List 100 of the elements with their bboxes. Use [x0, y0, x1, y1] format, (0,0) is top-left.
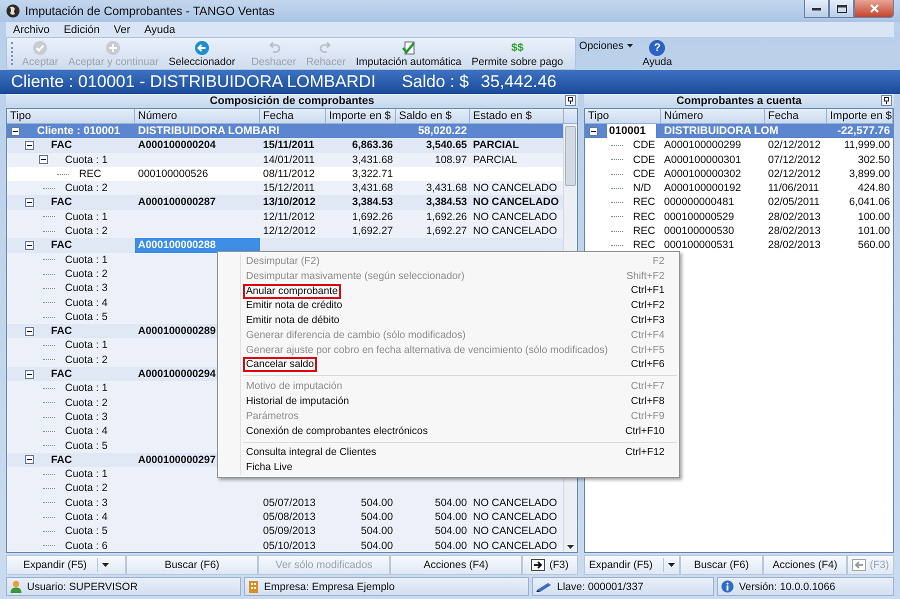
shortcut-text: Shift+F2: [625, 270, 665, 282]
table-cell: FAC: [51, 324, 72, 338]
table-cell-text: 28/02/2013: [767, 238, 822, 253]
table-cell: Cuota : 4: [65, 296, 108, 310]
table-cell-text: NO CANCELADO: [472, 524, 558, 539]
table-cell-text: 000000000481: [663, 195, 736, 210]
table-cell-text: 000100000531: [663, 238, 736, 253]
table-cell: FAC: [51, 367, 72, 382]
table-cell-text: 3,431.68: [351, 181, 394, 196]
table-cell-text: 560.00: [856, 238, 891, 253]
table-cell-text: NO CANCELADO: [472, 538, 558, 552]
table-cell: Cuota : 4: [65, 424, 108, 439]
table-cell: REC: [633, 210, 656, 224]
table-cell: Cuota : 1: [65, 152, 108, 167]
table-cell: Cuota : 1: [65, 210, 108, 224]
status-text: Usuario: SUPERVISOR: [27, 580, 138, 592]
table-cell-text: NO CANCELADO: [472, 496, 558, 510]
table-cell: Cuota : 5: [65, 438, 108, 453]
table-cell: FAC: [51, 195, 72, 210]
table-cell: FAC: [51, 452, 72, 468]
table-cell: REC: [633, 195, 656, 210]
table-cell: N/D: [633, 181, 652, 196]
table-cell: Cuota : 3: [65, 281, 108, 296]
table-cell: A000100000288: [138, 239, 216, 252]
table-cell-text: 3,384.53: [425, 195, 468, 210]
table-cell-text: 12/12/2012: [262, 224, 317, 238]
table-cell-text: NO CANCELADO: [472, 510, 558, 524]
table-cell-text: 108.97: [434, 152, 468, 167]
table-cell-text: 504.00: [360, 510, 394, 524]
menu-label: Parámetros: [245, 410, 300, 424]
status-text: Llave: 000001/337: [557, 580, 644, 592]
table-cell-text: 14/01/2011: [262, 152, 316, 167]
table-cell: Cuota : 3: [65, 410, 108, 424]
shortcut-text: Ctrl+F10: [624, 426, 665, 437]
table-cell-text: 504.00: [360, 538, 394, 552]
table-cell: 010001: [607, 124, 656, 138]
menu-label: Historial de imputación: [245, 395, 350, 410]
table-cell-text: 28/02/2013: [767, 210, 822, 224]
table-cell: REC: [79, 166, 102, 182]
menu-label: Desimputar masivamente (según seleccionador): [245, 270, 466, 284]
shortcut-text: Ctrl+F5: [630, 344, 665, 356]
shortcut-text: Ctrl+F6: [630, 359, 665, 370]
table-cell-text: 000100000529: [663, 210, 736, 224]
table-cell: Cuota : 1: [65, 252, 108, 267]
table-cell-text: 3,431.68: [351, 152, 394, 167]
table-cell: CDE: [633, 166, 656, 182]
table-cell-text: 504.00: [360, 496, 394, 510]
table-cell: DISTRIBUIDORA LOMBARI: [138, 125, 280, 137]
panel-title: Comprobantes a cuenta: [584, 94, 894, 108]
table-cell: A000100000294: [138, 368, 216, 380]
table-cell-text: 302.50: [856, 152, 891, 167]
table-cell: A000100000289: [138, 325, 216, 338]
menu-label: Motivo de imputación: [245, 380, 344, 394]
table-cell-text: 6,863.36: [351, 138, 394, 153]
table-cell: REC: [633, 224, 656, 238]
menu-label: Ficha Live: [245, 461, 294, 476]
table-cell-text: 05/10/2013: [262, 538, 317, 552]
table-cell: 000100000526: [138, 168, 208, 180]
table-cell-text: 05/08/2013: [262, 510, 317, 524]
table-cell-text: A000100000302: [663, 166, 742, 182]
table-cell-text: 11,999.00: [843, 138, 891, 153]
table-cell: Cuota : 1: [65, 467, 108, 482]
table-cell-text: 101.00: [856, 224, 891, 238]
help-icon: ?: [649, 40, 666, 56]
table-cell: Cuota : 5: [65, 524, 108, 539]
table-cell-text: 05/09/2013: [262, 524, 317, 539]
balance-value: 35,442.46: [480, 72, 556, 92]
balance-label: Saldo : $: [402, 72, 469, 92]
dollar-icon: $$: [511, 40, 524, 56]
table-cell-text: 02/12/2012: [767, 138, 822, 153]
table-cell-text: NO CANCELADO: [472, 181, 558, 196]
menu-label: Consulta integral de Clientes: [245, 446, 378, 460]
table-cell: Cuota : 2: [65, 481, 108, 496]
table-cell-text: A000100000301: [663, 152, 742, 167]
table-cell: Cuota : 1: [65, 381, 108, 396]
menu-label: Generar diferencia de cambio (sólo modificados): [245, 328, 467, 343]
table-cell: FAC: [51, 138, 72, 153]
table-cell-text: 02/12/2012: [767, 166, 822, 182]
table-cell-text: 1,692.26: [425, 210, 468, 224]
table-cell: Cuota : 6: [65, 538, 108, 552]
table-cell-text: 1,692.27: [425, 224, 468, 238]
client-name: Cliente : 010001 - DISTRIBUIDORA LOMBARDI: [11, 72, 376, 92]
table-cell-text: 08/11/2012: [262, 166, 316, 182]
menu-label: Desimputar (F2): [245, 254, 321, 269]
table-cell-text: A000100000192: [663, 181, 742, 196]
table-cell: Cuota : 2: [65, 266, 108, 282]
menu-label: Emitir nota de crédito: [245, 299, 344, 314]
table-cell: Cuota : 5: [65, 310, 108, 324]
table-cell: Cuota : 2: [65, 352, 108, 368]
table-cell-text: PARCIAL: [472, 152, 518, 167]
table-cell-text: 28/02/2013: [767, 224, 822, 238]
shortcut-text: Ctrl+F8: [630, 396, 665, 408]
table-cell-text: 100.00: [856, 210, 891, 224]
table-cell: Cuota : 2: [65, 224, 108, 238]
table-cell-text: 3,384.53: [351, 195, 394, 210]
menu-label: Generar ajuste por cobro en fecha alternativa de vencimiento (sólo modificados): [245, 344, 609, 358]
table-cell-text: 11/06/2011: [767, 181, 820, 196]
table-cell-text: 6,041.06: [848, 195, 891, 210]
table-cell-text: NO CANCELADO: [472, 224, 558, 238]
table-cell-text: 504.00: [434, 538, 468, 552]
